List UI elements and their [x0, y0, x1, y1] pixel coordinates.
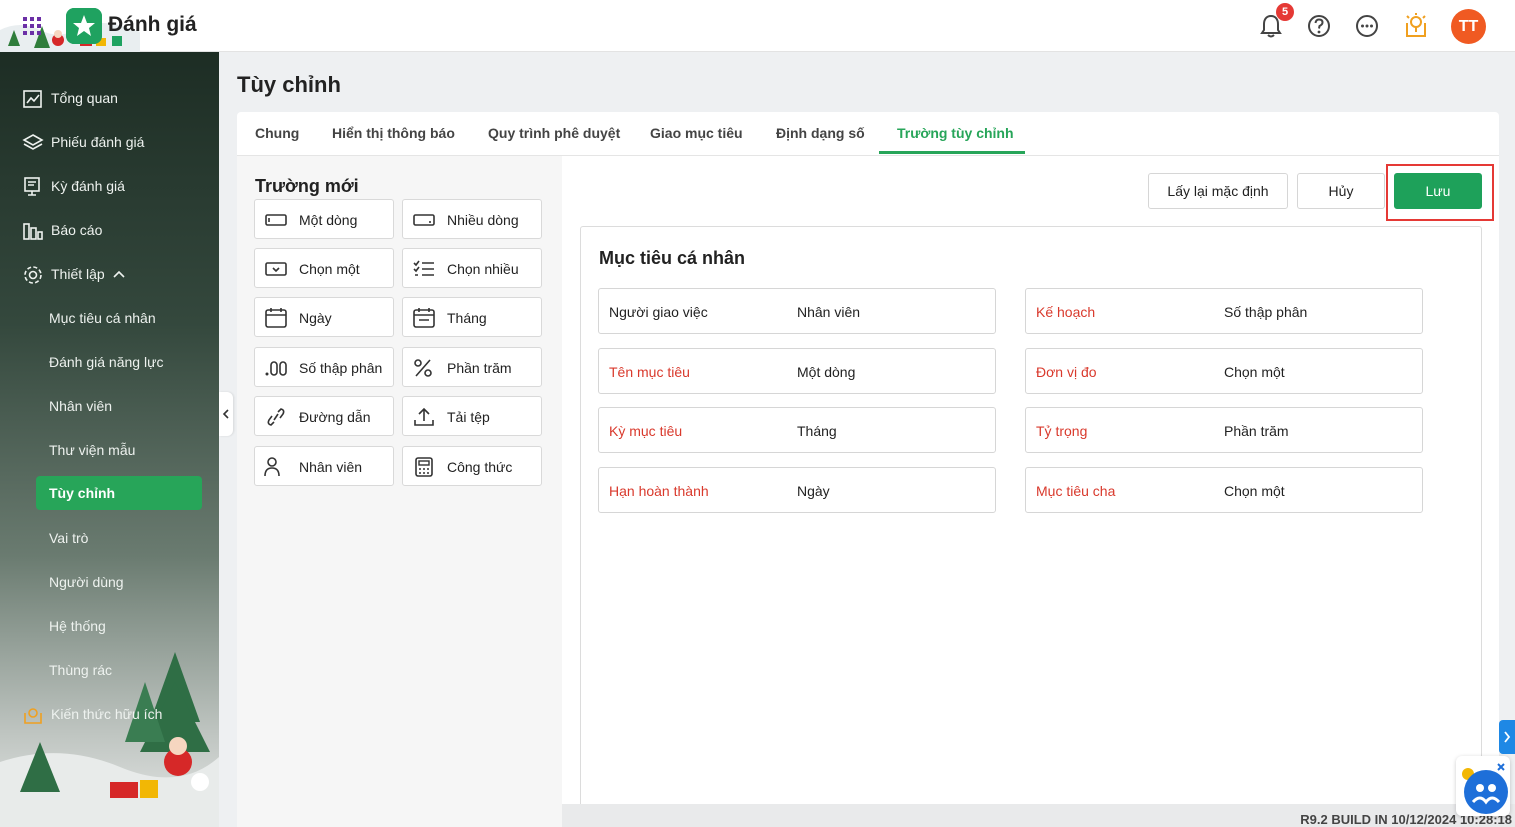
field-type-decimal[interactable]: Số thập phân	[254, 347, 394, 387]
decimal-icon	[265, 361, 287, 376]
side-expand-tab[interactable]	[1499, 720, 1515, 754]
field-type-formula[interactable]: Công thức	[402, 446, 542, 486]
more-options-icon[interactable]	[1352, 11, 1382, 41]
sidebar-item-knowledge[interactable]: Kiến thức hữu ích	[0, 696, 219, 732]
bar-chart-icon	[23, 223, 43, 240]
form-field-parent-goal[interactable]: Mục tiêu cha Chọn một	[1025, 467, 1423, 513]
calendar-month-icon	[413, 308, 435, 328]
support-chat-widget[interactable]	[1456, 756, 1510, 816]
app-logo-icon	[66, 8, 102, 44]
form-field-assigner[interactable]: Người giao việc Nhân viên	[598, 288, 996, 334]
active-tab-indicator	[879, 151, 1025, 154]
tab-general[interactable]: Chung	[255, 125, 299, 141]
dropdown-icon	[265, 262, 287, 276]
sidebar-item-users[interactable]: Người dùng	[0, 564, 219, 600]
monitor-icon	[24, 177, 40, 196]
field-type-multi-line[interactable]: Nhiều dòng	[402, 199, 542, 239]
field-type-employee[interactable]: Nhân viên	[254, 446, 394, 486]
field-type-single-line[interactable]: Một dòng	[254, 199, 394, 239]
app-title: Đánh giá	[108, 13, 197, 36]
form-field-goal-period[interactable]: Kỳ mục tiêu Tháng	[598, 407, 996, 453]
field-type-link[interactable]: Đường dẫn	[254, 396, 394, 436]
notification-badge: 5	[1276, 3, 1294, 21]
calculator-icon	[415, 457, 433, 477]
form-field-unit[interactable]: Đơn vị đo Chọn một	[1025, 348, 1423, 394]
calendar-icon	[265, 308, 287, 328]
form-field-weight[interactable]: Tỷ trọng Phần trăm	[1025, 407, 1423, 453]
brand-area: Đánh giá	[0, 0, 219, 52]
tab-number-format[interactable]: Định dạng số	[776, 125, 865, 141]
percent-icon	[414, 359, 432, 377]
upload-icon	[414, 407, 434, 426]
chart-line-icon	[23, 90, 42, 108]
lightbulb-map-icon	[24, 708, 42, 724]
apps-grid-icon[interactable]	[22, 16, 42, 36]
sidebar-item-customize[interactable]: Tùy chỉnh	[0, 476, 219, 512]
chevron-left-icon	[222, 409, 229, 419]
sidebar: Tổng quan Phiếu đánh giá Kỳ đánh giá Báo…	[0, 52, 219, 827]
field-type-percent[interactable]: Phần trăm	[402, 347, 542, 387]
tab-approval-workflow[interactable]: Quy trình phê duyệt	[488, 125, 620, 141]
sidebar-item-roles[interactable]: Vai trò	[0, 520, 219, 556]
checklist-icon	[413, 260, 434, 276]
tab-custom-fields[interactable]: Trường tùy chỉnh	[897, 125, 1014, 141]
field-type-upload[interactable]: Tải tệp	[402, 396, 542, 436]
sidebar-item-evaluation-periods[interactable]: Kỳ đánh giá	[0, 168, 219, 204]
link-icon	[267, 408, 285, 426]
form-field-deadline[interactable]: Hạn hoàn thành Ngày	[598, 467, 996, 513]
sidebar-item-reports[interactable]: Báo cáo	[0, 212, 219, 248]
sidebar-item-template-library[interactable]: Thư viện mẫu	[0, 432, 219, 468]
field-type-month[interactable]: Tháng	[402, 297, 542, 337]
top-bar: Đánh giá 5 TT	[0, 0, 1515, 52]
cancel-button[interactable]: Hủy	[1297, 173, 1385, 209]
chevron-up-icon[interactable]	[113, 269, 125, 279]
new-fields-title: Trường mới	[255, 176, 359, 196]
save-highlight-box	[1386, 164, 1494, 221]
single-line-icon	[265, 214, 287, 226]
field-type-date[interactable]: Ngày	[254, 297, 394, 337]
form-title: Mục tiêu cá nhân	[599, 248, 746, 268]
page-title: Tùy chỉnh	[237, 72, 341, 97]
tab-goal-assignment[interactable]: Giao mục tiêu	[650, 125, 743, 141]
chevron-right-icon	[1504, 731, 1511, 743]
chat-support-icon	[1462, 763, 1508, 814]
sidebar-collapse-handle[interactable]	[219, 392, 233, 436]
sidebar-item-employees[interactable]: Nhân viên	[0, 388, 219, 424]
sidebar-item-competency[interactable]: Đánh giá năng lực	[0, 344, 219, 380]
tab-notification-display[interactable]: Hiển thị thông báo	[332, 125, 455, 141]
layers-icon	[22, 134, 44, 150]
multi-line-icon	[413, 214, 435, 226]
sidebar-item-evaluation-forms[interactable]: Phiếu đánh giá	[0, 124, 219, 160]
sidebar-item-settings[interactable]: Thiết lập	[0, 256, 219, 292]
user-avatar[interactable]: TT	[1451, 9, 1486, 44]
user-icon	[264, 457, 280, 477]
gear-icon	[24, 266, 42, 284]
field-type-multi-choice[interactable]: Chọn nhiều	[402, 248, 542, 288]
form-field-plan[interactable]: Kế hoạch Số thập phân	[1025, 288, 1423, 334]
help-icon[interactable]	[1304, 11, 1334, 41]
form-field-goal-name[interactable]: Tên mục tiêu Một dòng	[598, 348, 996, 394]
field-type-single-choice[interactable]: Chọn một	[254, 248, 394, 288]
reset-default-button[interactable]: Lấy lại mặc định	[1148, 173, 1288, 209]
sidebar-item-personal-goals[interactable]: Mục tiêu cá nhân	[0, 300, 219, 336]
knowledge-map-icon[interactable]	[1401, 11, 1431, 41]
sidebar-item-overview[interactable]: Tổng quan	[0, 80, 219, 116]
settings-tabs: Chung Hiển thị thông báo Quy trình phê d…	[237, 112, 1499, 156]
